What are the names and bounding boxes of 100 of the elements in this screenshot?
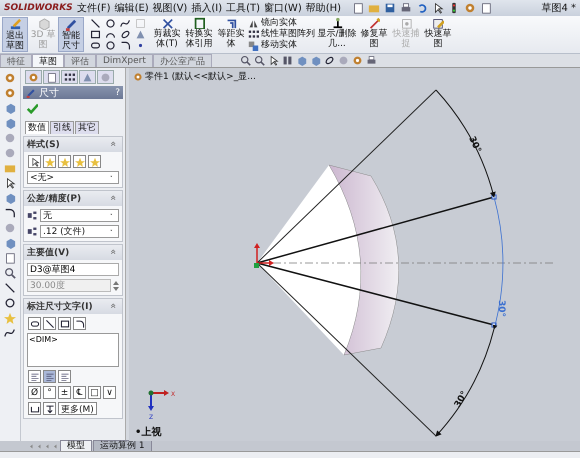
grid-icon: [248, 29, 259, 40]
new-document-icon[interactable]: [352, 2, 364, 14]
depth-icon[interactable]: [43, 402, 56, 415]
circle-tool-icon[interactable]: [105, 40, 116, 51]
feature-tool-icon[interactable]: [4, 297, 16, 309]
ribbon-button[interactable]: 线性草图阵列: [248, 29, 315, 40]
ribbon-button[interactable]: 等距实体: [216, 17, 246, 52]
symbol-button[interactable]: ∨: [103, 386, 116, 399]
menu-item[interactable]: 工具(T): [225, 1, 262, 15]
dropdown[interactable]: .12 (文件): [40, 225, 119, 238]
rectangle-tool-icon[interactable]: [90, 29, 101, 40]
feature-tool-icon[interactable]: [4, 177, 16, 189]
ribbon-button[interactable]: 镜向实体: [248, 18, 315, 29]
tab[interactable]: DimXpert: [96, 54, 153, 67]
ribbon-button[interactable]: 快速草图: [423, 17, 453, 52]
ribbon-button[interactable]: 显示/删除几...: [317, 17, 357, 52]
cursor-icon[interactable]: [432, 2, 444, 14]
tab[interactable]: 其它: [75, 121, 99, 134]
ribbon-button[interactable]: 智能尺寸: [58, 17, 84, 52]
move-icon: [248, 40, 259, 51]
save-icon[interactable]: [384, 2, 396, 14]
ellipse-tool-icon[interactable]: [120, 29, 131, 40]
favorite-delete-icon[interactable]: [58, 155, 71, 168]
menu-item[interactable]: 窗口(W): [263, 1, 303, 15]
feature-tool-icon[interactable]: [4, 327, 16, 339]
zoom-icon[interactable]: [240, 55, 251, 66]
dropdown[interactable]: <无>: [27, 171, 119, 184]
undo-icon[interactable]: [416, 2, 428, 14]
tab[interactable]: 数值: [25, 121, 49, 134]
feature-tool-icon[interactable]: [4, 267, 16, 279]
part-icon[interactable]: [133, 72, 143, 82]
menu-item[interactable]: 插入(I): [190, 1, 224, 15]
symbol-button[interactable]: ±: [58, 386, 71, 399]
menu-item[interactable]: 编辑(E): [114, 1, 150, 15]
menu-item[interactable]: 帮助(H): [304, 1, 342, 15]
section-icon[interactable]: [282, 55, 293, 66]
feature-tool-icon[interactable]: [4, 207, 16, 219]
menu-item[interactable]: 文件(F): [76, 1, 112, 15]
view-label: •上视: [135, 426, 162, 439]
align-button[interactable]: [43, 370, 56, 383]
section-title: 标注尺寸文字(I): [27, 300, 93, 313]
zoom-icon[interactable]: [254, 55, 265, 66]
tab[interactable]: 特征: [0, 54, 32, 67]
curve-icon[interactable]: [324, 55, 335, 66]
dropdown-value: 无: [43, 210, 52, 222]
tab[interactable]: 评估: [64, 54, 96, 67]
favorite-save-icon[interactable]: [73, 155, 86, 168]
endpoint[interactable]: [492, 194, 496, 200]
app-logo: SOLIDWORKS: [4, 3, 70, 13]
origin-icon: [254, 243, 274, 268]
symbol-button[interactable]: Ø: [28, 386, 41, 399]
text-area[interactable]: <DIM>: [27, 333, 119, 367]
relation-icon: [331, 17, 343, 29]
counterbore-icon[interactable]: [28, 402, 41, 415]
tab[interactable]: 草图: [32, 54, 64, 67]
more-button[interactable]: 更多(M): [58, 402, 97, 415]
snap-icon: [400, 17, 412, 29]
printer-icon[interactable]: [400, 2, 412, 14]
align-button[interactable]: [58, 370, 71, 383]
ribbon-button[interactable]: 退出草图: [2, 17, 28, 52]
property-icon[interactable]: [46, 72, 57, 82]
splitter-handle[interactable]: [125, 68, 129, 441]
precision-icon: [27, 226, 38, 237]
dropdown[interactable]: 无: [40, 209, 119, 222]
slot-tool-icon[interactable]: [90, 40, 101, 51]
page-icon[interactable]: [480, 2, 492, 14]
dimension-arc[interactable]: [436, 90, 496, 198]
favorite-load-icon[interactable]: [88, 155, 101, 168]
tree-item[interactable]: 零件1 (默认<<默认>_显...: [145, 70, 256, 83]
style-icon[interactable]: [28, 155, 41, 168]
tab[interactable]: 引线: [50, 121, 74, 134]
tab[interactable]: 办公室产品: [152, 54, 212, 67]
symbol-button[interactable]: °: [43, 386, 56, 399]
ribbon-button[interactable]: 剪裁实体(T): [152, 17, 182, 52]
quick-sketch-icon: [432, 17, 444, 29]
feature-tree-icon[interactable]: [28, 72, 39, 82]
sketch-line[interactable]: [256, 196, 494, 264]
ok-icon[interactable]: [26, 102, 38, 114]
ribbon-button[interactable]: 移动实体: [248, 40, 315, 51]
dimension-arc[interactable]: [435, 328, 494, 437]
align-button[interactable]: [28, 370, 41, 383]
input-field[interactable]: D3@草图4: [27, 263, 119, 276]
spin-arrows-icon[interactable]: [113, 280, 119, 290]
endpoint[interactable]: [492, 322, 496, 328]
convert-icon: [193, 17, 205, 29]
symbol-button[interactable]: □: [88, 386, 101, 399]
line-tool-icon[interactable]: [90, 18, 101, 29]
sketch-line[interactable]: [256, 262, 494, 326]
spline-tool-icon[interactable]: [120, 18, 131, 29]
symbol-button[interactable]: ℄: [73, 386, 86, 399]
tab[interactable]: 模型: [60, 440, 92, 452]
feature-tool-icon[interactable]: [4, 282, 16, 294]
ribbon-button[interactable]: 转换实体引用: [184, 17, 214, 52]
configuration-icon[interactable]: [64, 72, 75, 82]
circle-tool-icon[interactable]: [105, 18, 116, 29]
menu-item[interactable]: 视图(V): [152, 1, 188, 15]
screen-icon[interactable]: [366, 55, 377, 66]
ribbon-button[interactable]: 修复草图: [359, 17, 389, 52]
fillet-tool-icon[interactable]: [120, 40, 131, 51]
appearance-icon[interactable]: [352, 55, 363, 66]
